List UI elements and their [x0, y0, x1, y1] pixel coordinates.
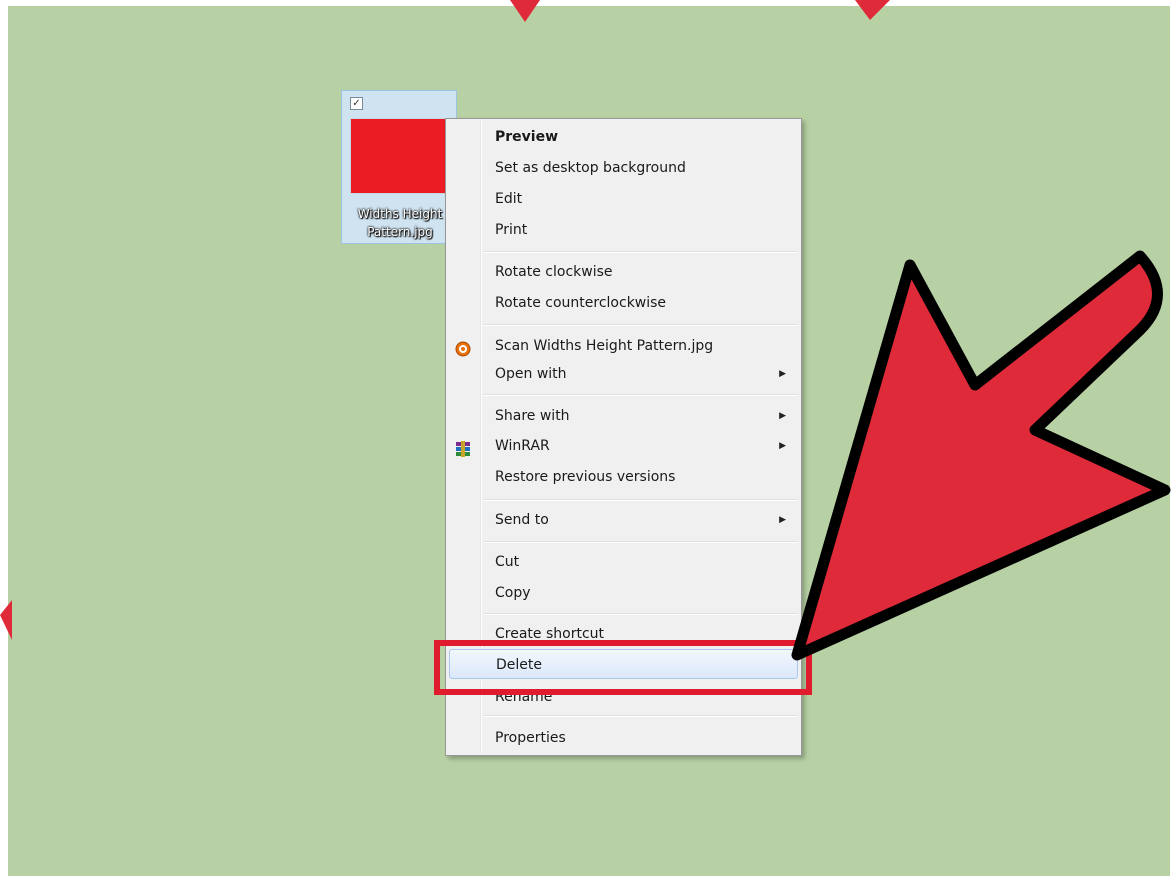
pointer-arrow-annotation: [0, 0, 1171, 661]
